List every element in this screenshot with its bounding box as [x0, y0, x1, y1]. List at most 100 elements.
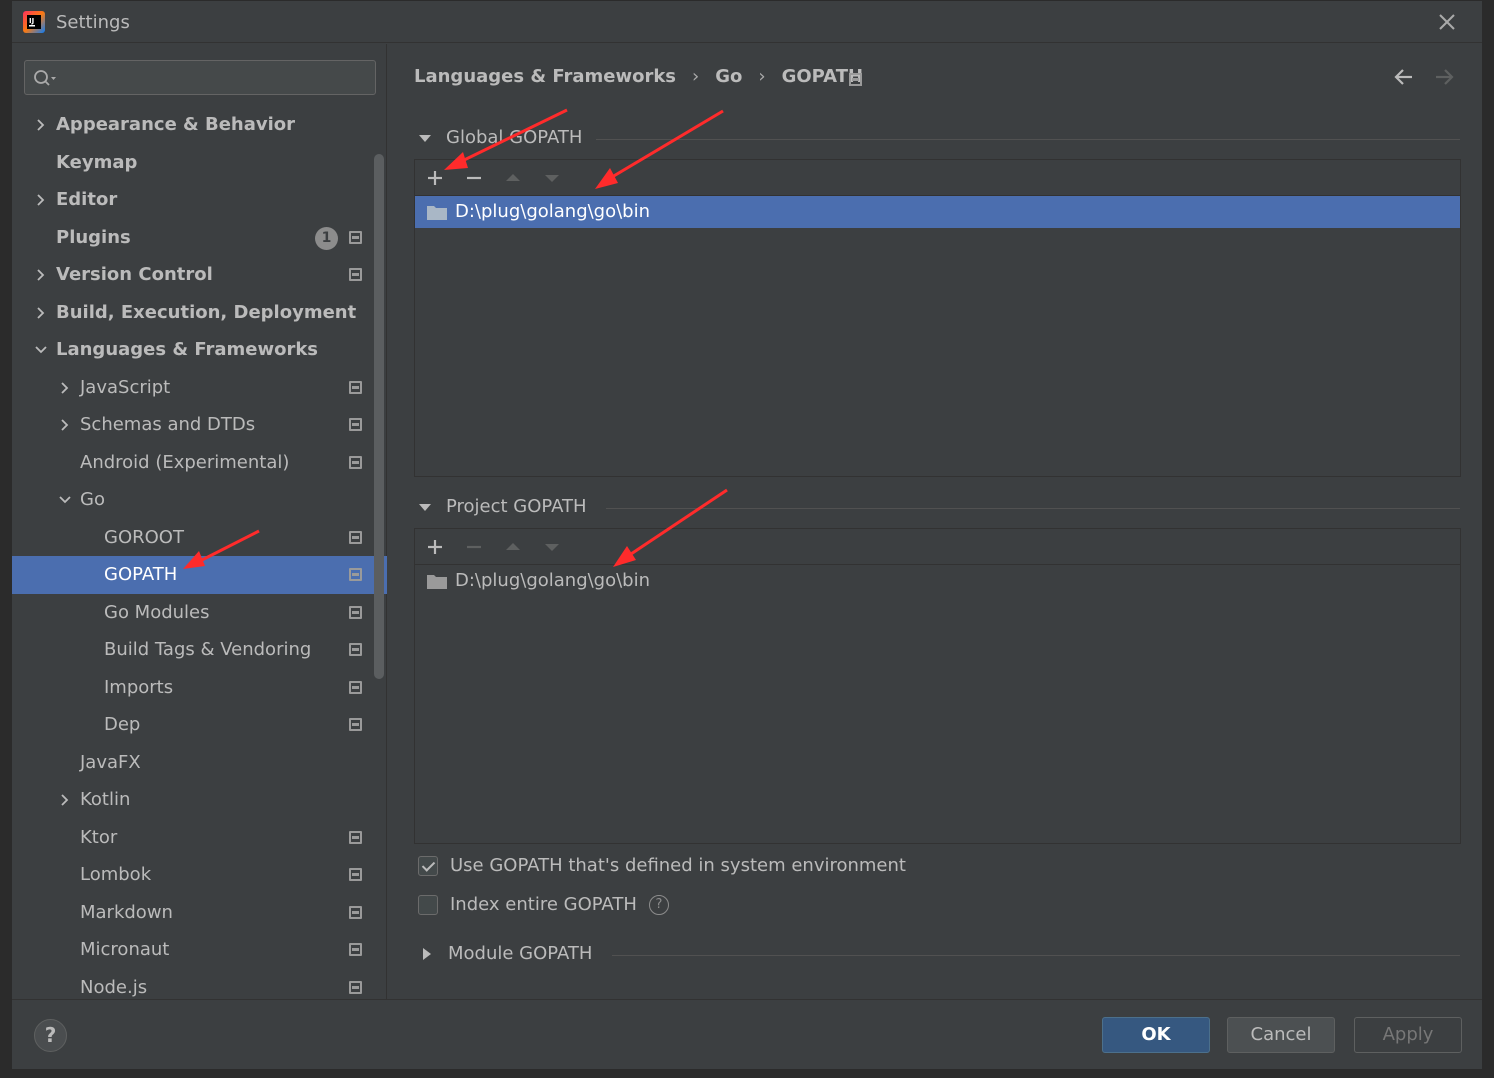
sidebar-item-javafx[interactable]: JavaFX — [12, 744, 387, 782]
sidebar-item-lombok[interactable]: Lombok — [12, 856, 387, 894]
folder-icon — [427, 206, 447, 220]
chevron-right-icon[interactable] — [34, 193, 48, 207]
breadcrumb-go[interactable]: Go — [715, 66, 742, 87]
sidebar-item-label: Version Control — [56, 264, 213, 285]
chevron-right-icon[interactable] — [58, 793, 72, 807]
sidebar-item-label: Schemas and DTDs — [80, 414, 256, 435]
module-gopath-header[interactable]: Module GOPATH — [420, 943, 592, 964]
sidebar-item-build-execution-deployment[interactable]: Build, Execution, Deployment — [12, 294, 387, 332]
project-level-icon — [349, 268, 362, 281]
sidebar-item-label: GOPATH — [104, 564, 178, 585]
move-up-icon[interactable] — [503, 537, 523, 557]
forward-arrow-icon[interactable] — [1433, 66, 1455, 88]
use-system-gopath-checkbox[interactable] — [418, 855, 438, 876]
sidebar-item-label: Kotlin — [80, 789, 131, 810]
add-icon[interactable] — [425, 168, 445, 188]
sidebar-item-label: Appearance & Behavior — [56, 114, 296, 135]
use-system-gopath-option[interactable]: Use GOPATH that's defined in system envi… — [418, 855, 906, 876]
sidebar-item-plugins[interactable]: Plugins 1 — [12, 219, 387, 257]
apply-button[interactable]: Apply — [1354, 1017, 1462, 1053]
sidebar-item-label: Go — [80, 489, 105, 510]
sidebar-item-label: Android (Experimental) — [80, 451, 290, 473]
sidebar-item-micronaut[interactable]: Micronaut — [12, 931, 387, 969]
sidebar-item-label: Editor — [56, 189, 118, 210]
sidebar-item-label: Build, Execution, Deployment — [56, 301, 357, 323]
project-gopath-toolbar — [415, 529, 1460, 565]
breadcrumb-languages-frameworks[interactable]: Languages & Frameworks — [414, 66, 676, 87]
add-icon[interactable] — [425, 537, 445, 557]
chevron-right-icon[interactable] — [34, 268, 48, 282]
project-level-icon — [349, 455, 362, 469]
sidebar-item-languages-frameworks[interactable]: Languages & Frameworks — [12, 331, 387, 369]
move-down-icon[interactable] — [542, 537, 562, 557]
move-down-icon[interactable] — [542, 168, 562, 188]
sidebar-item-label: Go Modules — [104, 601, 210, 623]
breadcrumb-separator: › — [692, 66, 700, 87]
path-value: D:\plug\golang\go\bin — [455, 570, 651, 591]
use-system-gopath-label: Use GOPATH that's defined in system envi… — [450, 855, 906, 876]
project-level-icon — [349, 230, 362, 244]
title-bar: IJ Settings — [12, 1, 1482, 43]
project-gopath-title: Project GOPATH — [446, 496, 587, 517]
sidebar-item-version-control[interactable]: Version Control — [12, 256, 387, 294]
project-level-icon — [349, 605, 362, 619]
section-divider — [612, 955, 1460, 956]
chevron-right-icon[interactable] — [58, 418, 72, 432]
chevron-right-icon[interactable] — [34, 118, 48, 132]
project-level-icon — [349, 680, 362, 694]
project-level-icon — [349, 568, 362, 581]
close-icon[interactable] — [1436, 11, 1458, 33]
section-divider — [596, 139, 1460, 140]
sidebar-item-android-experimental[interactable]: Android (Experimental) — [12, 444, 387, 482]
collapse-triangle-icon — [419, 503, 431, 511]
sidebar-item-label: Build Tags & Vendoring — [104, 639, 312, 660]
help-question-icon[interactable]: ? — [648, 894, 669, 915]
global-gopath-title: Global GOPATH — [446, 127, 583, 148]
chevron-right-icon[interactable] — [34, 306, 48, 320]
list-item[interactable]: D:\plug\golang\go\bin — [415, 196, 1460, 228]
update-count-badge: 1 — [315, 226, 338, 250]
project-level-icon — [349, 530, 362, 544]
global-gopath-header[interactable]: Global GOPATH — [418, 127, 582, 148]
index-entire-gopath-option[interactable]: Index entire GOPATH ? — [418, 894, 669, 915]
sidebar-item-go-modules[interactable]: Go Modules — [12, 594, 387, 632]
sidebar-item-imports[interactable]: Imports — [12, 669, 387, 707]
project-level-icon — [349, 868, 362, 881]
remove-icon[interactable] — [464, 537, 484, 557]
project-gopath-header[interactable]: Project GOPATH — [418, 496, 587, 517]
sidebar-item-kotlin[interactable]: Kotlin — [12, 781, 387, 819]
sidebar-item-ktor[interactable]: Ktor — [12, 819, 387, 857]
project-gopath-list: D:\plug\golang\go\bin — [415, 565, 1460, 597]
project-level-icon — [349, 418, 362, 431]
help-button[interactable]: ? — [34, 1019, 67, 1052]
remove-icon[interactable] — [464, 168, 484, 188]
sidebar-item-goroot[interactable]: GOROOT — [12, 519, 387, 557]
sidebar-item-keymap[interactable]: Keymap — [12, 144, 387, 182]
svg-text:IJ: IJ — [29, 17, 34, 25]
search-input[interactable] — [24, 60, 376, 95]
index-entire-gopath-checkbox[interactable] — [418, 894, 438, 915]
section-divider — [606, 508, 1460, 509]
sidebar-item-javascript[interactable]: JavaScript — [12, 369, 387, 407]
sidebar-item-label: JavaScript — [80, 376, 171, 398]
sidebar-item-gopath[interactable]: GOPATH — [12, 556, 387, 594]
chevron-right-icon[interactable] — [58, 381, 72, 395]
sidebar-scrollbar[interactable] — [374, 154, 384, 679]
chevron-down-icon[interactable] — [34, 343, 48, 357]
sidebar-item-editor[interactable]: Editor — [12, 181, 387, 219]
list-item[interactable]: D:\plug\golang\go\bin — [415, 565, 1460, 597]
ok-button[interactable]: OK — [1102, 1017, 1210, 1053]
move-up-icon[interactable] — [503, 168, 523, 188]
sidebar-item-build-tags-vendoring[interactable]: Build Tags & Vendoring — [12, 631, 387, 669]
background-edge-right — [1484, 0, 1494, 1078]
sidebar-item-dep[interactable]: Dep — [12, 706, 387, 744]
sidebar-item-appearance-behavior[interactable]: Appearance & Behavior — [12, 106, 387, 144]
sidebar-item-schemas-and-dtds[interactable]: Schemas and DTDs — [12, 406, 387, 444]
cancel-button[interactable]: Cancel — [1227, 1017, 1335, 1053]
project-level-icon — [349, 943, 362, 956]
sidebar-item-go[interactable]: Go — [12, 481, 387, 519]
sidebar-item-markdown[interactable]: Markdown — [12, 894, 387, 932]
chevron-down-icon[interactable] — [58, 493, 72, 507]
back-arrow-icon[interactable] — [1393, 66, 1415, 88]
sidebar-item-label: Markdown — [80, 901, 173, 923]
